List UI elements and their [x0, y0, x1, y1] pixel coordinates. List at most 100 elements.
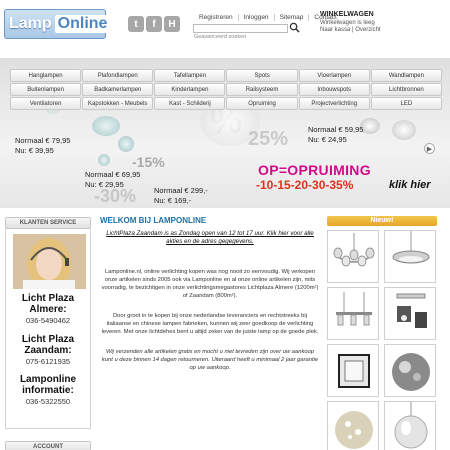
service-box: Licht Plaza Almere: 036-5490462 Licht Pl…: [5, 229, 91, 429]
cart-links[interactable]: Naar kassa | Overzicht: [320, 27, 381, 33]
product-bar-pendant[interactable]: [327, 287, 379, 340]
product-crystal-globe[interactable]: [327, 401, 379, 450]
service-title: KLANTEN SERVICE: [5, 217, 91, 229]
cube-lantern-icon: [338, 354, 370, 388]
new-grid: [327, 230, 437, 450]
price-new-4: Nu: € 24,95: [308, 135, 347, 144]
cart-box: WINKELWAGEN Winkelwagen is leeg Naar kas…: [320, 11, 381, 33]
contact-label-zaandam: Licht Plaza Zaandam:: [21, 334, 75, 356]
nav-item-opruiming[interactable]: Opruiming: [226, 97, 298, 110]
purchase-paragraph: Door groot in te kopen bij onze nederlan…: [101, 313, 319, 335]
price-block-4[interactable]: Normaal € 59,95 Nu: € 24,95: [308, 125, 363, 145]
sidebar: KLANTEN SERVICE Licht Plaza Almere: 036-…: [5, 217, 91, 450]
twitter-icon[interactable]: t: [128, 16, 144, 32]
pct-mark-1: -15%: [132, 154, 165, 170]
contact-zaandam: Licht Plaza Zaandam: 075-6121935: [6, 334, 90, 366]
chandelier-icon: [333, 233, 375, 267]
product-glass-shade[interactable]: [384, 401, 436, 450]
nav-item-led[interactable]: LED: [370, 97, 442, 110]
nav-item-kapstokken-meubels[interactable]: Kapstokken - Meubels: [82, 97, 154, 110]
nav-item-tafellampen[interactable]: Tafellampen: [154, 69, 226, 82]
product-chandelier[interactable]: [327, 230, 379, 283]
crystal-globe-icon: [335, 411, 373, 449]
banner[interactable]: % -15% -30% 25% HanglampenPlafondlampenT…: [0, 58, 450, 208]
header: Lamp Online t f H Registreren Inloggen S…: [0, 0, 450, 58]
nav-item-railsysteem[interactable]: Railsysteem: [226, 83, 298, 96]
lamp-globe-1: [118, 136, 134, 152]
promo-cta[interactable]: klik hier: [389, 179, 431, 191]
bar-pendant-icon: [336, 292, 372, 326]
product-pendant-disc[interactable]: [384, 230, 436, 283]
nav-item-projectverlichting[interactable]: Projectverlichting: [298, 97, 370, 110]
contact-number-info: 036-5322550: [25, 397, 71, 406]
notice-link[interactable]: LichtPlaza Zaandam is as Zondag open van…: [100, 230, 320, 246]
hyves-icon[interactable]: H: [164, 16, 180, 32]
account-title[interactable]: ACCOUNT: [5, 441, 91, 450]
price-new-2: Nu: € 29,95: [85, 180, 124, 189]
cart-status: Winkelwagen is leeg: [320, 20, 375, 26]
price-block-2[interactable]: Normaal € 69,95 Nu: € 29,95: [85, 170, 140, 190]
price-new-1: Nu: € 39,95: [15, 146, 54, 155]
contact-label-info: Lamponline informatie:: [19, 374, 77, 396]
facebook-icon[interactable]: f: [146, 16, 162, 32]
login-link[interactable]: Inloggen: [239, 14, 275, 21]
nav-item-kast-schilderij[interactable]: Kast - Schilderij: [154, 97, 226, 110]
product-mirror-ball[interactable]: [384, 344, 436, 397]
nav-item-ventilatoren[interactable]: Ventilatoren: [10, 97, 82, 110]
product-cube-lantern[interactable]: [327, 344, 379, 397]
hyves-glyph: H: [168, 18, 176, 30]
price-old-4: Normaal € 59,95: [308, 125, 364, 134]
price-new-3: Nu: € 169,-: [154, 196, 192, 205]
nav-item-badkamerlampen[interactable]: Badkamerlampen: [82, 83, 154, 96]
nav-item-lichtbronnen[interactable]: Lichtbronnen: [370, 83, 442, 96]
intro-paragraph: Lamponline.nl, online verlichting kopen …: [101, 269, 319, 299]
mirror-ball-icon: [392, 353, 430, 391]
nav-item-hanglampen[interactable]: Hanglampen: [10, 69, 82, 82]
register-link[interactable]: Registreren: [194, 14, 239, 21]
contact-label-almere: Licht Plaza Almere:: [21, 293, 75, 315]
contact-almere: Licht Plaza Almere: 036-5490462: [6, 293, 90, 325]
product-ceiling-spots[interactable]: [384, 287, 436, 340]
nav-item-plafondlampen[interactable]: Plafondlampen: [82, 69, 154, 82]
promo-title[interactable]: OP=OPRUIMING: [258, 162, 371, 178]
nav-item-kinderlampen[interactable]: Kinderlampen: [154, 83, 226, 96]
nav-item-wandlampen[interactable]: Wandlampen: [370, 69, 442, 82]
spot-lamp-2: [392, 120, 416, 140]
chevron-right-icon[interactable]: ▶: [424, 143, 435, 154]
logo[interactable]: Lamp Online: [4, 9, 111, 39]
pendant-disc-icon: [392, 231, 430, 264]
price-block-3[interactable]: Normaal € 299,- Nu: € 169,-: [154, 186, 208, 206]
nav-item-inbouwspots[interactable]: Inbouwspots: [298, 83, 370, 96]
headset-agent-icon: [13, 234, 86, 289]
price-old-1: Normaal € 79,95: [15, 136, 71, 145]
advanced-search-link[interactable]: Geavanceerd zoeken: [194, 34, 246, 40]
nav-item-vloerlampen[interactable]: Vloerlampen: [298, 69, 370, 82]
pct-mark-3: 25%: [248, 128, 289, 150]
search-input[interactable]: [193, 24, 288, 33]
cart-title[interactable]: WINKELWAGEN: [320, 11, 381, 18]
contact-number-zaandam: 075-6121935: [25, 357, 71, 366]
new-products: Nieuw!: [327, 216, 437, 450]
ceiling-spots-icon: [396, 293, 427, 328]
promo-percentages[interactable]: -10-15-20-30-35%: [256, 178, 353, 192]
twitter-glyph: t: [134, 18, 138, 30]
contact-number-almere: 036-5490462: [25, 316, 71, 325]
logo-text-lamp: Lamp: [9, 15, 52, 32]
logo-text-online: Online: [54, 15, 111, 33]
price-block-1[interactable]: Normaal € 79,95 Nu: € 39,95: [15, 136, 70, 156]
sitemap-link[interactable]: Sitemap: [275, 14, 310, 21]
nav-item-spots[interactable]: Spots: [226, 69, 298, 82]
price-old-3: Normaal € 299,-: [154, 186, 208, 195]
avatar: [13, 234, 86, 289]
search-icon[interactable]: [289, 22, 300, 33]
contact-info: Lamponline informatie: 036-5322550: [6, 374, 90, 406]
nav-item-buitenlampen[interactable]: Buitenlampen: [10, 83, 82, 96]
new-title: Nieuw!: [327, 216, 437, 226]
main-nav: Hanglampen Plafondlampen Tafellampen Spots V…: [10, 69, 442, 110]
glass-shade-icon: [394, 402, 428, 449]
shipping-paragraph: Wij verzenden alle artikelen gratis en m…: [101, 349, 319, 371]
lamp-globe-2: [98, 154, 110, 166]
main-content: WELKOM BIJ LAMPONLINE LichtPlaza Zaandam…: [100, 216, 320, 372]
page-title: WELKOM BIJ LAMPONLINE: [100, 216, 207, 225]
lamp-shade-1: [92, 116, 120, 136]
